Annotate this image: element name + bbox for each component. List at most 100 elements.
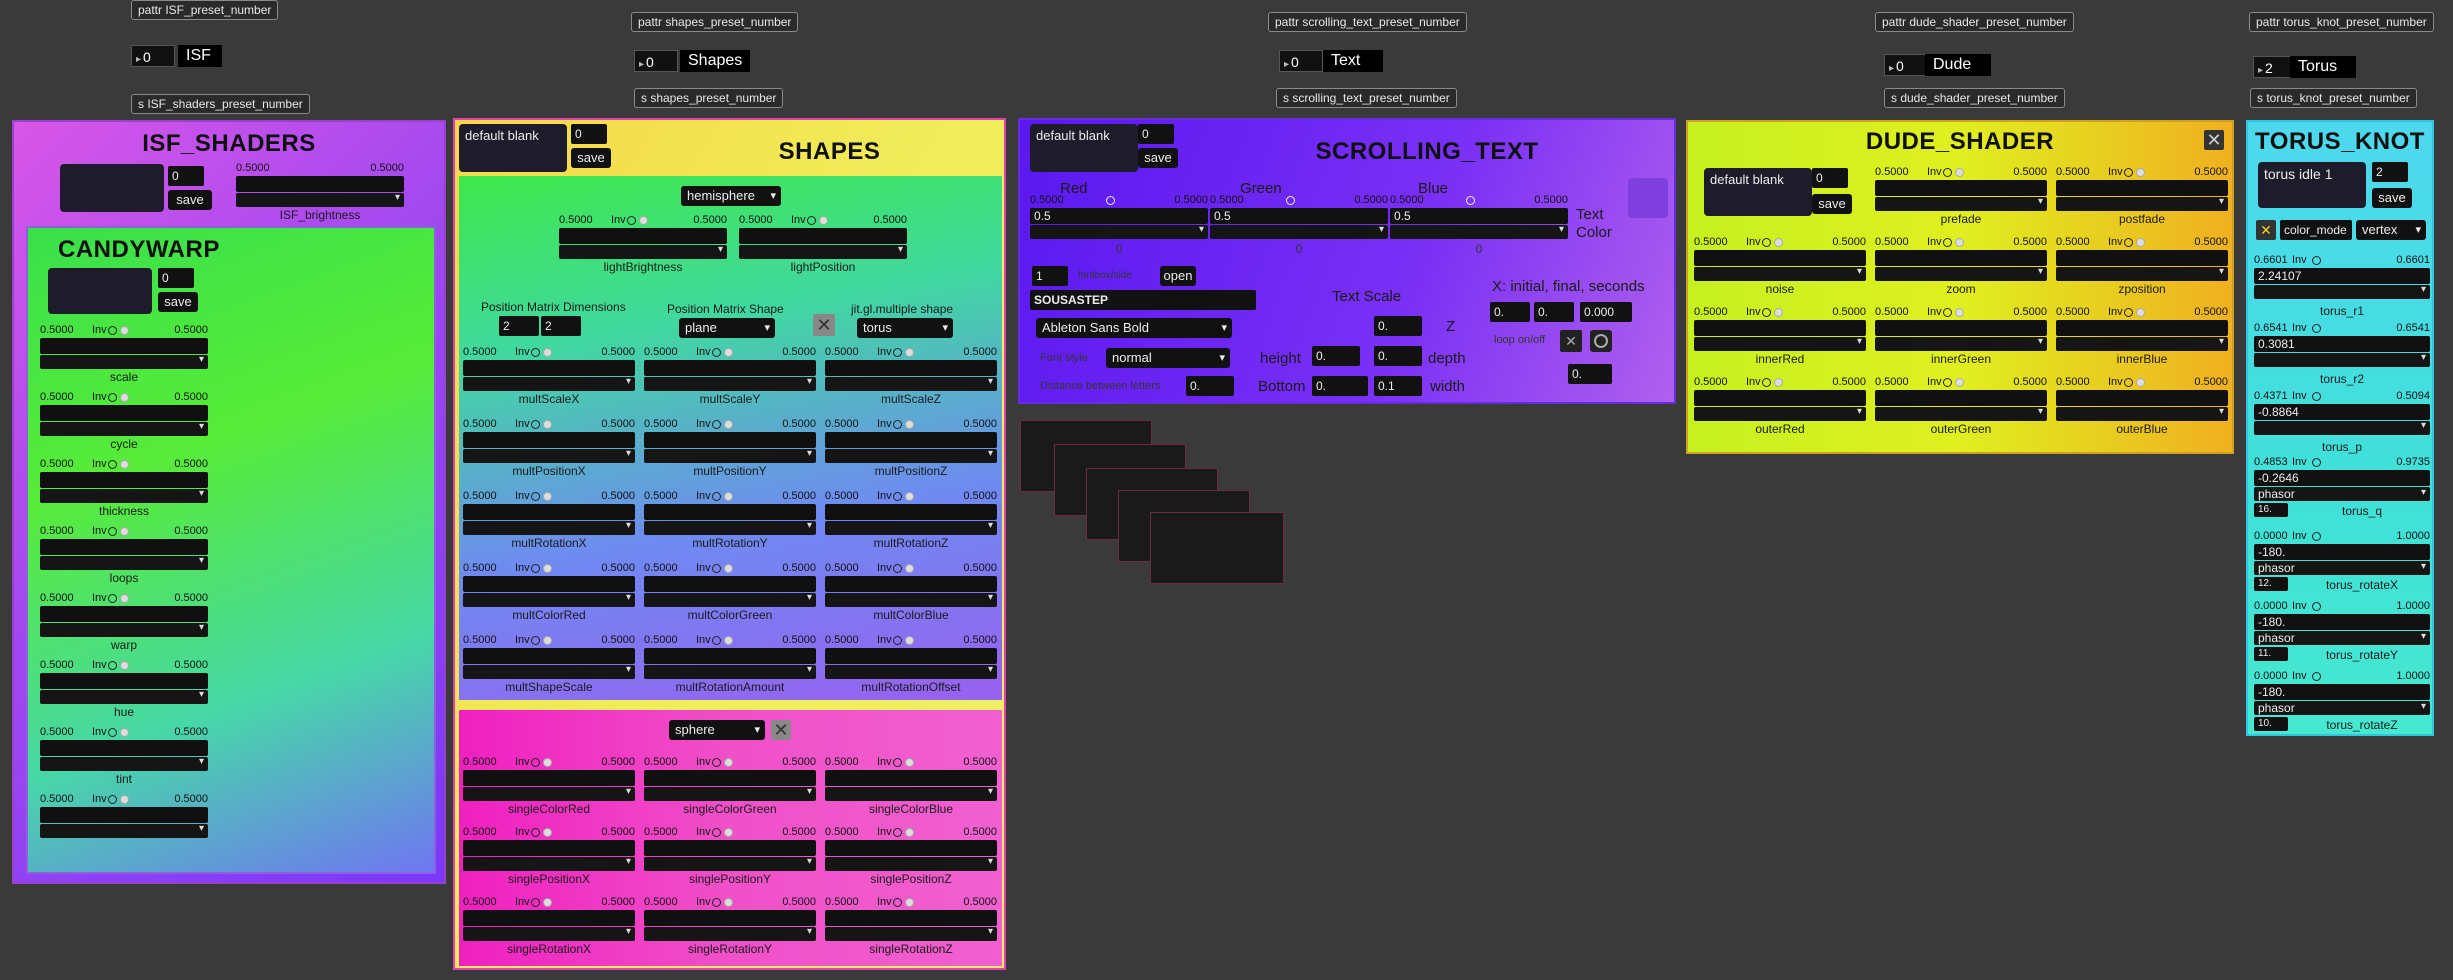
fontbox-num[interactable]: 1 [1032, 266, 1068, 286]
inv-toggle[interactable] [108, 661, 117, 670]
range-bar[interactable] [1694, 320, 1866, 336]
inv-toggle[interactable] [1762, 378, 1771, 387]
mode-menu[interactable] [644, 592, 816, 607]
mode-menu[interactable] [463, 592, 635, 607]
inv-toggle[interactable] [2124, 238, 2133, 247]
inv-toggle[interactable] [531, 564, 540, 573]
inv-toggle[interactable] [2124, 168, 2133, 177]
param-control-multRotationOffset[interactable]: 0.5000 Inv 0.5000 multRotationOffset [825, 634, 997, 694]
text-preset-number[interactable]: 0 [1279, 50, 1323, 72]
param-control-outerRed[interactable]: 0.5000 Inv 0.5000 outerRed [1694, 376, 1866, 436]
param-control-multScaleX[interactable]: 0.5000 Inv 0.5000 multScaleX [463, 346, 635, 406]
param-control-singleColorGreen[interactable]: 0.5000 Inv 0.5000 singleColorGreen [644, 756, 816, 816]
mode-menu[interactable] [40, 421, 208, 436]
inv-toggle[interactable] [1106, 196, 1115, 205]
z-num[interactable]: 0. [1374, 316, 1422, 336]
dude-preset-num[interactable]: 0 [1812, 168, 1848, 188]
range-bar[interactable] [40, 539, 208, 555]
isf-preset-message[interactable]: ISF [178, 45, 222, 67]
inv-toggle[interactable] [108, 795, 117, 804]
single-clear-button[interactable]: ✕ [771, 720, 791, 740]
inv-toggle[interactable] [712, 898, 721, 907]
param-control-hue[interactable]: 0.5000 Inv 0.5000 hue [40, 659, 208, 719]
text-blue-control[interactable]: 0.5000 0.5000 0.5 0 [1390, 194, 1568, 256]
mode-menu[interactable] [1030, 224, 1208, 239]
range-bar[interactable] [644, 648, 816, 664]
phase-toggle[interactable] [120, 527, 129, 536]
range-bar[interactable] [644, 432, 816, 448]
param-control-singlePositionZ[interactable]: 0.5000 Inv 0.5000 singlePositionZ [825, 826, 997, 886]
text-color-swatch[interactable] [1628, 178, 1668, 218]
mode-menu[interactable] [2254, 284, 2430, 299]
rate-num[interactable]: 12. [2254, 577, 2288, 591]
inv-toggle[interactable] [893, 636, 902, 645]
inv-toggle[interactable] [712, 420, 721, 429]
torus-ry-control[interactable]: 0.0000 Inv 1.0000 -180. phasor 11. torus… [2254, 600, 2430, 664]
phase-toggle[interactable] [120, 326, 129, 335]
value-field[interactable]: 0.5 [1210, 208, 1388, 224]
mode-menu[interactable] [1875, 336, 2047, 351]
range-bar[interactable] [644, 576, 816, 592]
inv-toggle[interactable] [893, 348, 902, 357]
param-control-singleRotationZ[interactable]: 0.5000 Inv 0.5000 singleRotationZ [825, 896, 997, 956]
phase-toggle[interactable] [905, 492, 914, 501]
dude-close-button[interactable]: ✕ [2204, 130, 2224, 150]
inv-toggle[interactable] [531, 348, 540, 357]
range-bar[interactable] [2056, 320, 2228, 336]
inv-toggle[interactable] [531, 420, 540, 429]
dude-default-preset[interactable]: default blank [1704, 168, 1812, 216]
mode-menu[interactable] [825, 664, 997, 679]
inv-toggle[interactable] [712, 758, 721, 767]
mode-menu[interactable] [2056, 196, 2228, 211]
mode-menu[interactable] [825, 376, 997, 391]
phase-toggle[interactable] [543, 420, 552, 429]
param-control-singlePositionY[interactable]: 0.5000 Inv 0.5000 singlePositionY [644, 826, 816, 886]
inv-toggle[interactable] [2124, 308, 2133, 317]
range-bar[interactable] [825, 504, 997, 520]
loop-toggle[interactable]: ✕ [1560, 330, 1582, 352]
range-bar[interactable] [559, 228, 727, 244]
x-initial[interactable]: 0. [1490, 302, 1530, 322]
mode-menu[interactable] [825, 592, 997, 607]
range-bar[interactable] [463, 840, 635, 856]
phase-toggle[interactable] [724, 758, 733, 767]
text-preset-message[interactable]: Text [1323, 50, 1383, 72]
phase-toggle[interactable] [905, 898, 914, 907]
phase-toggle[interactable] [543, 636, 552, 645]
inv-toggle[interactable] [108, 393, 117, 402]
range-bar[interactable] [40, 740, 208, 756]
mode-menu[interactable] [40, 354, 208, 369]
mode-menu[interactable] [40, 756, 208, 771]
mode-menu[interactable] [2254, 352, 2430, 367]
inv-toggle[interactable] [712, 492, 721, 501]
height-num[interactable]: 0. [1312, 346, 1360, 366]
mode-menu[interactable] [40, 555, 208, 570]
phase-toggle[interactable] [724, 828, 733, 837]
inv-toggle[interactable] [2124, 378, 2133, 387]
range-bar[interactable] [2056, 250, 2228, 266]
clear-x-button[interactable]: ✕ [813, 314, 835, 336]
open-button[interactable]: open [1160, 266, 1196, 286]
range-bar[interactable] [2056, 390, 2228, 406]
mode-menu[interactable] [1210, 224, 1388, 239]
mode-menu[interactable] [236, 192, 404, 207]
torus-preset-message[interactable]: Torus [2290, 56, 2356, 78]
phase-toggle[interactable] [1955, 168, 1964, 177]
mode-menu[interactable] [825, 448, 997, 463]
inv-toggle[interactable] [531, 898, 540, 907]
param-control-singleColorBlue[interactable]: 0.5000 Inv 0.5000 singleColorBlue [825, 756, 997, 816]
phase-toggle[interactable] [1955, 378, 1964, 387]
param-control-scale[interactable]: 0.5000 Inv 0.5000 scale [40, 324, 208, 384]
inv-toggle[interactable] [531, 828, 540, 837]
phase-toggle[interactable] [2136, 238, 2145, 247]
inv-toggle[interactable] [108, 460, 117, 469]
mode-menu[interactable] [463, 786, 635, 801]
torus-r1-control[interactable]: 0.6601 Inv 0.6601 2.24107 torus_r1 [2254, 254, 2430, 318]
mode-menu[interactable]: phasor [2254, 486, 2430, 501]
param-control-outerGreen[interactable]: 0.5000 Inv 0.5000 outerGreen [1875, 376, 2047, 436]
range-bar[interactable] [40, 338, 208, 354]
shapes-preset-message[interactable]: Shapes [680, 50, 750, 72]
inv-toggle[interactable] [2312, 324, 2321, 333]
inv-toggle[interactable] [1762, 238, 1771, 247]
mode-menu[interactable] [2254, 420, 2430, 435]
